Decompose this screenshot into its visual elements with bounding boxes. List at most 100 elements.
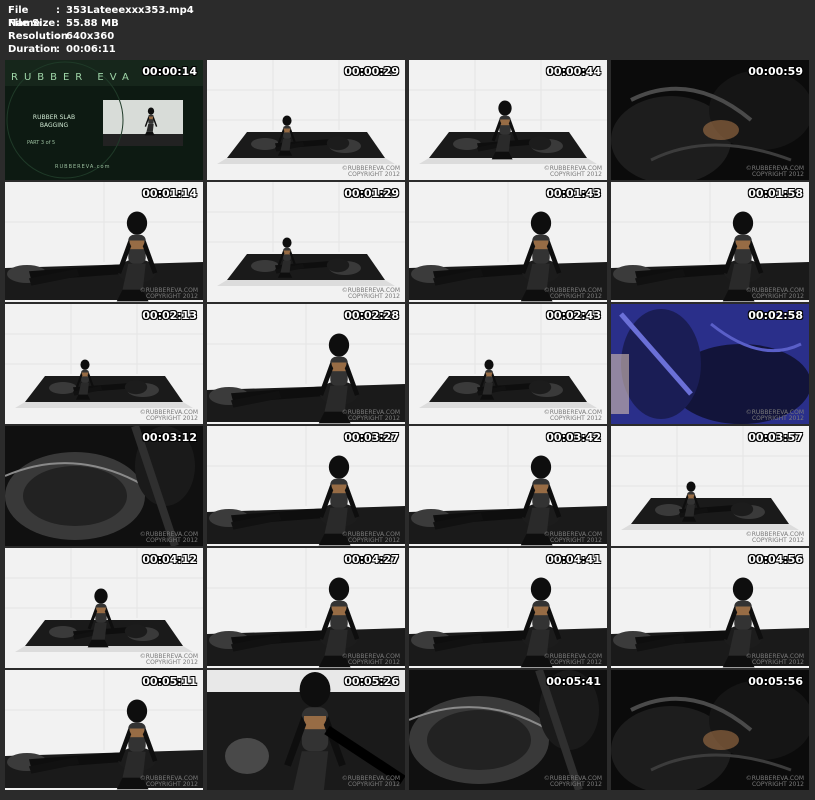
video-thumbnail: ©RUBBEREVA.COM COPYRIGHT 2012 00:02:28 xyxy=(207,304,405,424)
video-thumbnail: ©RUBBEREVA.COM COPYRIGHT 2012 00:05:56 xyxy=(611,670,809,790)
thumbnail-frame-image xyxy=(207,182,405,302)
thumbnail-timestamp: 00:05:11 xyxy=(142,675,197,688)
watermark-copyright: COPYRIGHT 2012 xyxy=(549,781,602,788)
thumbnail-timestamp: 00:04:41 xyxy=(546,553,601,566)
watermark: ©RUBBEREVA.COM COPYRIGHT 2012 xyxy=(342,166,400,178)
intro-url: RUBBEREVA.com xyxy=(55,164,111,170)
file-info-row: File Name:353Lateeexxx353.mp4 xyxy=(8,4,194,29)
watermark: ©RUBBEREVA.COM COPYRIGHT 2012 xyxy=(342,288,400,300)
intro-brand-logo: RUBBER EVA xyxy=(11,72,135,83)
thumbnail-timestamp: 00:02:13 xyxy=(142,309,197,322)
thumbnail-frame-image xyxy=(611,426,809,546)
watermark: ©RUBBEREVA.COM COPYRIGHT 2012 xyxy=(342,654,400,666)
thumbnail-frame-image xyxy=(5,670,203,790)
watermark-copyright: COPYRIGHT 2012 xyxy=(347,537,400,544)
thumbnail-frame-image xyxy=(207,60,405,180)
thumbnail-timestamp: 00:03:42 xyxy=(546,431,601,444)
video-thumbnail: ©RUBBEREVA.COM COPYRIGHT 2012 00:00:44 xyxy=(409,60,607,180)
watermark: ©RUBBEREVA.COM COPYRIGHT 2012 xyxy=(544,654,602,666)
watermark: ©RUBBEREVA.COM COPYRIGHT 2012 xyxy=(140,776,198,788)
thumbnail-timestamp: 00:00:59 xyxy=(748,65,803,78)
thumbnail-frame-image xyxy=(409,304,607,424)
thumbnail-frame-image xyxy=(611,670,809,790)
video-thumbnail: ©RUBBEREVA.COM COPYRIGHT 2012 00:05:26 xyxy=(207,670,405,790)
thumbnail-timestamp: 00:02:43 xyxy=(546,309,601,322)
video-thumbnail: ©RUBBEREVA.COM COPYRIGHT 2012 00:02:13 xyxy=(5,304,203,424)
video-thumbnail: ©RUBBEREVA.COM COPYRIGHT 2012 00:01:29 xyxy=(207,182,405,302)
file-info-row: Duration:00:06:11 xyxy=(8,43,194,56)
watermark-copyright: COPYRIGHT 2012 xyxy=(549,171,602,178)
watermark-copyright: COPYRIGHT 2012 xyxy=(145,781,198,788)
watermark: ©RUBBEREVA.COM COPYRIGHT 2012 xyxy=(140,288,198,300)
watermark-copyright: COPYRIGHT 2012 xyxy=(145,293,198,300)
watermark: ©RUBBEREVA.COM COPYRIGHT 2012 xyxy=(746,532,804,544)
file-info-row: Resolution:640x360 xyxy=(8,30,194,43)
thumbnail-frame-image xyxy=(409,60,607,180)
thumbnail-timestamp: 00:03:27 xyxy=(344,431,399,444)
thumbnail-timestamp: 00:04:27 xyxy=(344,553,399,566)
thumbnail-frame-image xyxy=(409,548,607,668)
video-thumbnail: ©RUBBEREVA.COM COPYRIGHT 2012 00:01:58 xyxy=(611,182,809,302)
file-info-value: 353Lateeexxx353.mp4 xyxy=(66,5,194,16)
video-thumbnail: ©RUBBEREVA.COM COPYRIGHT 2012 00:03:12 xyxy=(5,426,203,546)
video-thumbnail: ©RUBBEREVA.COM COPYRIGHT 2012 00:05:11 xyxy=(5,670,203,790)
video-thumbnail: ©RUBBEREVA.COM COPYRIGHT 2012 00:01:14 xyxy=(5,182,203,302)
watermark: ©RUBBEREVA.COM COPYRIGHT 2012 xyxy=(544,166,602,178)
file-info-colon: : xyxy=(56,44,60,55)
watermark-copyright: COPYRIGHT 2012 xyxy=(751,171,804,178)
file-info-panel: File Name:353Lateeexxx353.mp4 File Size:5… xyxy=(8,4,194,56)
video-thumbnail: ©RUBBEREVA.COM COPYRIGHT 2012 00:02:58 xyxy=(611,304,809,424)
video-thumbnail: ©RUBBEREVA.COM COPYRIGHT 2012 00:04:56 xyxy=(611,548,809,668)
watermark: ©RUBBEREVA.COM COPYRIGHT 2012 xyxy=(342,532,400,544)
thumbnail-timestamp: 00:05:26 xyxy=(344,675,399,688)
video-thumbnail: ©RUBBEREVA.COM COPYRIGHT 2012 00:04:41 xyxy=(409,548,607,668)
thumbnail-timestamp: 00:03:12 xyxy=(142,431,197,444)
video-thumbnail: ©RUBBEREVA.COM COPYRIGHT 2012 00:00:59 xyxy=(611,60,809,180)
file-info-key: File Name xyxy=(8,5,41,29)
watermark-copyright: COPYRIGHT 2012 xyxy=(751,537,804,544)
thumbnail-grid: RUBBER EVA RUBBER SLAB BAGGING PART 3 of 5… xyxy=(5,60,809,790)
video-thumbnail: ©RUBBEREVA.COM COPYRIGHT 2012 00:00:29 xyxy=(207,60,405,180)
file-info-key: Resolution xyxy=(8,31,69,42)
watermark-copyright: COPYRIGHT 2012 xyxy=(145,537,198,544)
file-info-value: 55.88 MB xyxy=(66,18,119,29)
video-thumbnail: ©RUBBEREVA.COM COPYRIGHT 2012 00:01:43 xyxy=(409,182,607,302)
watermark: ©RUBBEREVA.COM COPYRIGHT 2012 xyxy=(140,654,198,666)
thumbnail-timestamp: 00:00:14 xyxy=(142,65,197,78)
thumbnail-timestamp: 00:00:44 xyxy=(546,65,601,78)
video-thumbnail: ©RUBBEREVA.COM COPYRIGHT 2012 00:02:43 xyxy=(409,304,607,424)
watermark: ©RUBBEREVA.COM COPYRIGHT 2012 xyxy=(544,410,602,422)
watermark-copyright: COPYRIGHT 2012 xyxy=(549,415,602,422)
watermark-copyright: COPYRIGHT 2012 xyxy=(145,415,198,422)
thumbnail-timestamp: 00:04:12 xyxy=(142,553,197,566)
watermark: ©RUBBEREVA.COM COPYRIGHT 2012 xyxy=(544,532,602,544)
video-thumbnail: ©RUBBEREVA.COM COPYRIGHT 2012 00:04:12 xyxy=(5,548,203,668)
thumbnail-frame-image xyxy=(207,548,405,668)
thumbnail-frame-image xyxy=(611,548,809,668)
thumbnail-timestamp: 00:02:28 xyxy=(344,309,399,322)
thumbnail-frame-image xyxy=(207,426,405,546)
file-info-key: File Size xyxy=(8,18,56,29)
file-info-colon: : xyxy=(56,5,60,16)
watermark: ©RUBBEREVA.COM COPYRIGHT 2012 xyxy=(746,410,804,422)
watermark-copyright: COPYRIGHT 2012 xyxy=(751,781,804,788)
watermark-copyright: COPYRIGHT 2012 xyxy=(347,659,400,666)
thumbnail-timestamp: 00:02:58 xyxy=(748,309,803,322)
thumbnail-frame-image xyxy=(5,548,203,668)
thumbnail-timestamp: 00:01:14 xyxy=(142,187,197,200)
watermark-copyright: COPYRIGHT 2012 xyxy=(751,293,804,300)
file-info-row: File Size:55.88 MB xyxy=(8,17,194,30)
thumbnail-frame-image xyxy=(611,60,809,180)
watermark-copyright: COPYRIGHT 2012 xyxy=(347,293,400,300)
thumbnail-timestamp: 00:03:57 xyxy=(748,431,803,444)
intro-title: RUBBER SLAB BAGGING xyxy=(32,114,76,129)
thumbnail-timestamp: 00:01:43 xyxy=(546,187,601,200)
thumbnail-frame-image xyxy=(409,426,607,546)
thumbnail-timestamp: 00:01:29 xyxy=(344,187,399,200)
watermark: ©RUBBEREVA.COM COPYRIGHT 2012 xyxy=(746,288,804,300)
video-thumbnail: ©RUBBEREVA.COM COPYRIGHT 2012 00:04:27 xyxy=(207,548,405,668)
watermark: ©RUBBEREVA.COM COPYRIGHT 2012 xyxy=(746,166,804,178)
intro-part-label: PART 3 of 5 xyxy=(27,140,56,146)
watermark-copyright: COPYRIGHT 2012 xyxy=(751,659,804,666)
watermark-copyright: COPYRIGHT 2012 xyxy=(145,659,198,666)
